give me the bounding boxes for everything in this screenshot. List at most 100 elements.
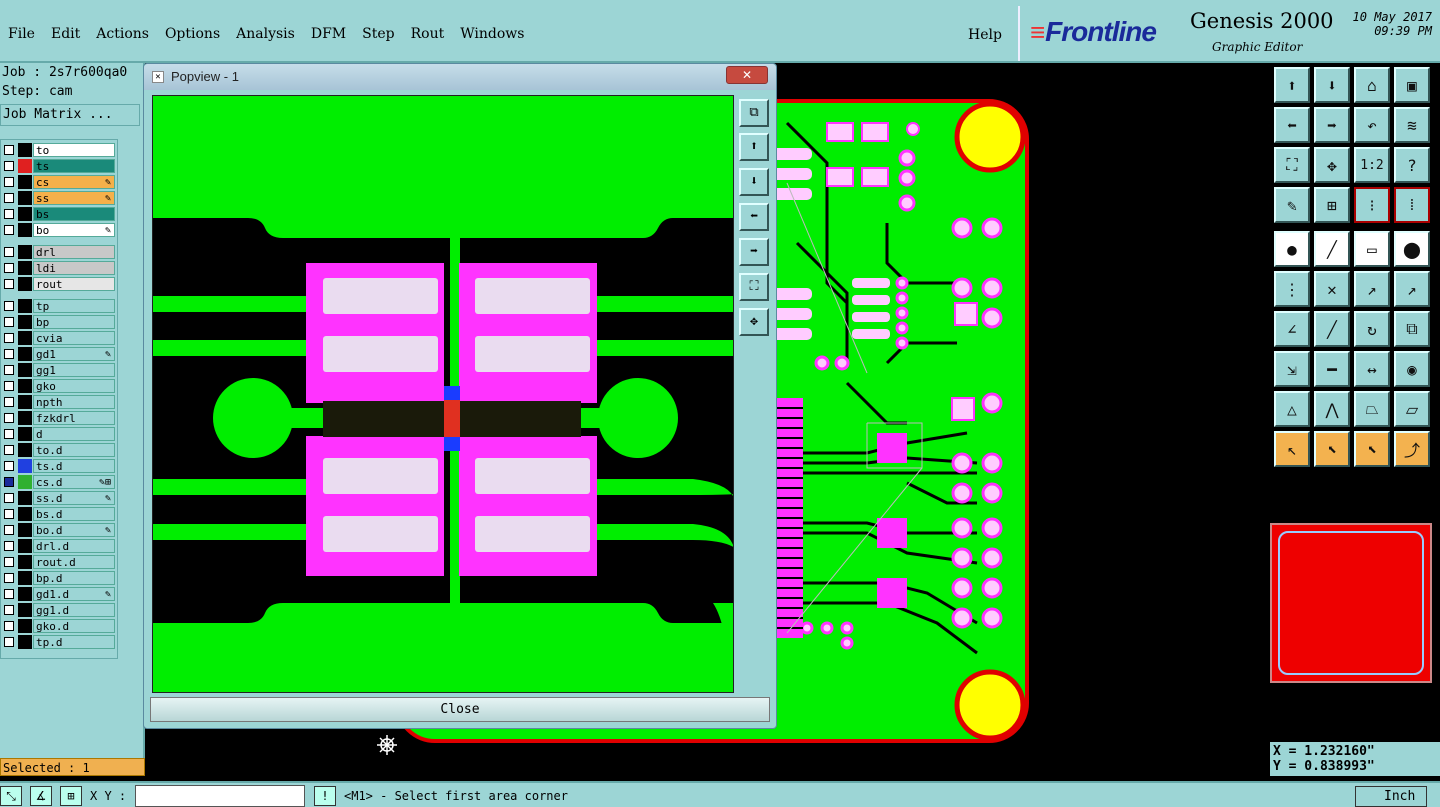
layer-color-swatch[interactable] [18, 245, 32, 259]
group-icon[interactable]: ◉ [1394, 351, 1430, 387]
popview-up-icon[interactable]: ⬆ [739, 133, 769, 161]
layer-checkbox[interactable] [4, 397, 14, 407]
layer-row[interactable]: cs ✎ [1, 174, 119, 190]
pan-up-icon[interactable]: ⬆ [1274, 67, 1310, 103]
select-box-icon[interactable]: ⬉ [1314, 431, 1350, 467]
close-icon[interactable]: ✕ [726, 66, 768, 84]
layer-name[interactable]: ldi [33, 261, 115, 275]
zoom-fit-icon[interactable]: ⛶ [1274, 147, 1310, 183]
layer-checkbox[interactable] [4, 493, 14, 503]
layer-color-swatch[interactable] [18, 603, 32, 617]
layer-row[interactable]: bp [1, 314, 119, 330]
layer-color-swatch[interactable] [18, 159, 32, 173]
layer-name[interactable]: bo.d ✎ [33, 523, 115, 537]
move-icon[interactable]: ↗ [1354, 271, 1390, 307]
pad-icon[interactable]: ● [1274, 231, 1310, 267]
layer-row[interactable]: gko [1, 378, 119, 394]
layer-color-swatch[interactable] [18, 443, 32, 457]
layer-checkbox[interactable] [4, 525, 14, 535]
layer-row[interactable]: tp [1, 298, 119, 314]
layer-name[interactable]: ss.d ✎ [33, 491, 115, 505]
slash-icon[interactable]: ╱ [1314, 311, 1350, 347]
layer-checkbox[interactable] [4, 605, 14, 615]
layer-color-swatch[interactable] [18, 315, 32, 329]
layer-row[interactable]: fzkdrl [1, 410, 119, 426]
layer-row[interactable]: rout.d [1, 554, 119, 570]
shape-fill-icon[interactable]: ⏥ [1394, 391, 1430, 427]
layer-name[interactable]: gd1.d ✎ [33, 587, 115, 601]
help-icon[interactable]: ? [1394, 147, 1430, 183]
select-icon[interactable]: ↖ [1274, 431, 1310, 467]
layer-checkbox[interactable] [4, 209, 14, 219]
pan-left-icon[interactable]: ⬅ [1274, 107, 1310, 143]
layer-row[interactable]: ldi [1, 260, 119, 276]
snap-alt-icon[interactable]: ⁞ [1394, 187, 1430, 223]
layer-name[interactable]: gg1 [33, 363, 115, 377]
mirror-icon[interactable]: ⧉ [1394, 311, 1430, 347]
snap-icon[interactable]: ⁝ [1354, 187, 1390, 223]
help-menu-label[interactable]: Help [960, 27, 1010, 43]
layer-name[interactable]: drl [33, 245, 115, 259]
layer-color-swatch[interactable] [18, 299, 32, 313]
layer-color-swatch[interactable] [18, 491, 32, 505]
copy-icon[interactable]: ↗ [1394, 271, 1430, 307]
zoom-center-icon[interactable]: ✥ [1314, 147, 1350, 183]
filter-icon[interactable]: ✎ [1274, 187, 1310, 223]
layer-name[interactable]: npth [33, 395, 115, 409]
popview-window-icon[interactable]: ⧉ [739, 99, 769, 127]
layer-color-swatch[interactable] [18, 571, 32, 585]
layer-checkbox[interactable] [4, 381, 14, 391]
angle-icon[interactable]: ∠ [1274, 311, 1310, 347]
layer-row[interactable]: gko.d [1, 618, 119, 634]
layer-color-swatch[interactable] [18, 261, 32, 275]
layer-color-swatch[interactable] [18, 459, 32, 473]
layer-name[interactable]: bs [33, 207, 115, 221]
layer-row[interactable]: ts [1, 158, 119, 174]
layer-checkbox[interactable] [4, 477, 14, 487]
menu-step[interactable]: Step [354, 26, 402, 42]
resize-icon[interactable]: ⇲ [1274, 351, 1310, 387]
shape-arc-icon[interactable]: ⋀ [1314, 391, 1350, 427]
layer-row[interactable]: npth [1, 394, 119, 410]
shape-poly-icon[interactable]: ⏢ [1354, 391, 1390, 427]
layer-row[interactable]: d [1, 426, 119, 442]
layer-color-swatch[interactable] [18, 539, 32, 553]
popview-center-icon[interactable]: ✥ [739, 308, 769, 336]
ruler-icon[interactable]: ▭ [1354, 231, 1390, 267]
layer-color-swatch[interactable] [18, 191, 32, 205]
popview-down-icon[interactable]: ⬇ [739, 168, 769, 196]
layer-row[interactable]: ts.d [1, 458, 119, 474]
layer-row[interactable]: bp.d [1, 570, 119, 586]
layer-checkbox[interactable] [4, 573, 14, 583]
layer-checkbox[interactable] [4, 589, 14, 599]
layer-checkbox[interactable] [4, 193, 14, 203]
layer-name[interactable]: to.d [33, 443, 115, 457]
layer-checkbox[interactable] [4, 263, 14, 273]
layer-row[interactable]: gg1 [1, 362, 119, 378]
popview-canvas[interactable] [152, 95, 734, 693]
layer-checkbox[interactable] [4, 279, 14, 289]
layer-color-swatch[interactable] [18, 175, 32, 189]
layer-name[interactable]: tp.d [33, 635, 115, 649]
layer-name[interactable]: gko.d [33, 619, 115, 633]
select-area-icon[interactable]: ⬉ [1354, 431, 1390, 467]
layer-name[interactable]: cvia [33, 331, 115, 345]
help-menu[interactable]: Help [960, 24, 1010, 43]
layer-name[interactable]: bo ✎ [33, 223, 115, 237]
layer-color-swatch[interactable] [18, 635, 32, 649]
layer-row[interactable]: tp.d [1, 634, 119, 650]
layer-color-swatch[interactable] [18, 223, 32, 237]
layer-color-swatch[interactable] [18, 507, 32, 521]
angle-tool-icon[interactable]: ∡ [30, 786, 52, 806]
layer-name[interactable]: rout [33, 277, 115, 291]
layer-checkbox[interactable] [4, 225, 14, 235]
layer-row[interactable]: gd1 ✎ [1, 346, 119, 362]
layer-name[interactable]: cs.d ✎⊞ [33, 475, 115, 489]
layer-row[interactable]: drl [1, 244, 119, 260]
layer-checkbox[interactable] [4, 509, 14, 519]
layer-name[interactable]: tp [33, 299, 115, 313]
layer-name[interactable]: bs.d [33, 507, 115, 521]
measure-icon[interactable]: ↔ [1354, 351, 1390, 387]
menu-file[interactable]: File [0, 26, 43, 42]
layer-checkbox[interactable] [4, 445, 14, 455]
